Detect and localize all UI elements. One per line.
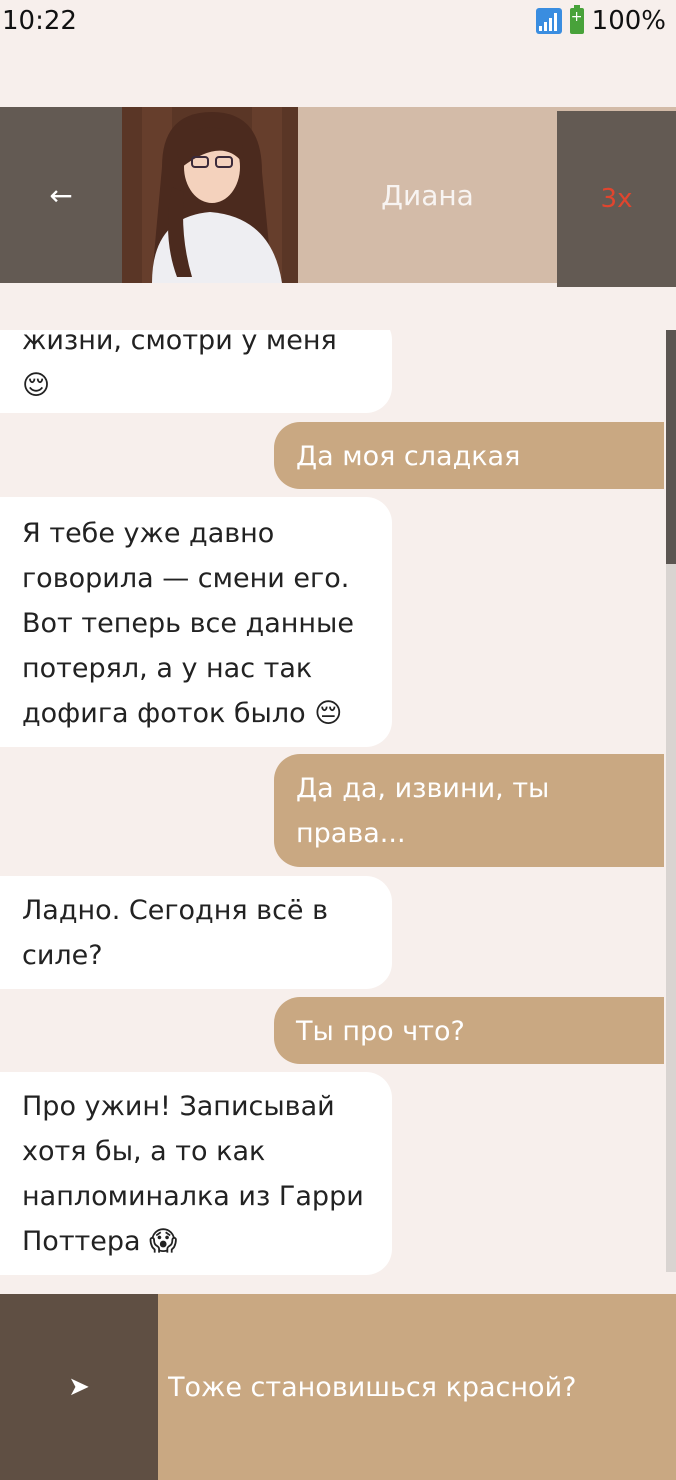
message-incoming: Про ужин! Записывай хотя бы, а то как на… [0, 1072, 392, 1275]
avatar-illustration [122, 107, 298, 283]
contact-name: Диана [381, 178, 474, 212]
contact-avatar[interactable] [122, 107, 298, 283]
message-outgoing: Да да, извини, ты права... [274, 754, 664, 867]
chat-header: ← Диана 3x [0, 107, 676, 287]
send-button[interactable]: ➤ [0, 1294, 158, 1480]
status-time: 10:22 [2, 6, 77, 36]
signal-icon [535, 8, 562, 34]
status-bar: 10:22 100% [0, 0, 676, 46]
message-incoming: Я тебе уже давно говорила — смени его. В… [0, 497, 392, 747]
message-input[interactable] [158, 1294, 676, 1480]
status-indicators: 100% [535, 5, 666, 36]
message-incoming: жизни, смотри у меня 😌 [0, 330, 392, 413]
composer: ➤ [0, 1294, 676, 1480]
back-button[interactable]: ← [0, 107, 122, 283]
scrollbar-thumb[interactable] [666, 330, 676, 564]
message-outgoing: Да моя сладкая [274, 422, 664, 489]
battery-icon [569, 5, 584, 34]
speed-button[interactable]: 3x [557, 111, 676, 287]
message-incoming: Ладно. Сегодня всё в силе? [0, 876, 392, 989]
chat-scrollbar[interactable] [666, 330, 676, 1272]
message-list[interactable]: жизни, смотри у меня 😌 Да моя сладкая Я … [0, 330, 664, 1280]
message-outgoing: Ты про что? [274, 997, 664, 1064]
battery-percent: 100% [591, 6, 666, 36]
